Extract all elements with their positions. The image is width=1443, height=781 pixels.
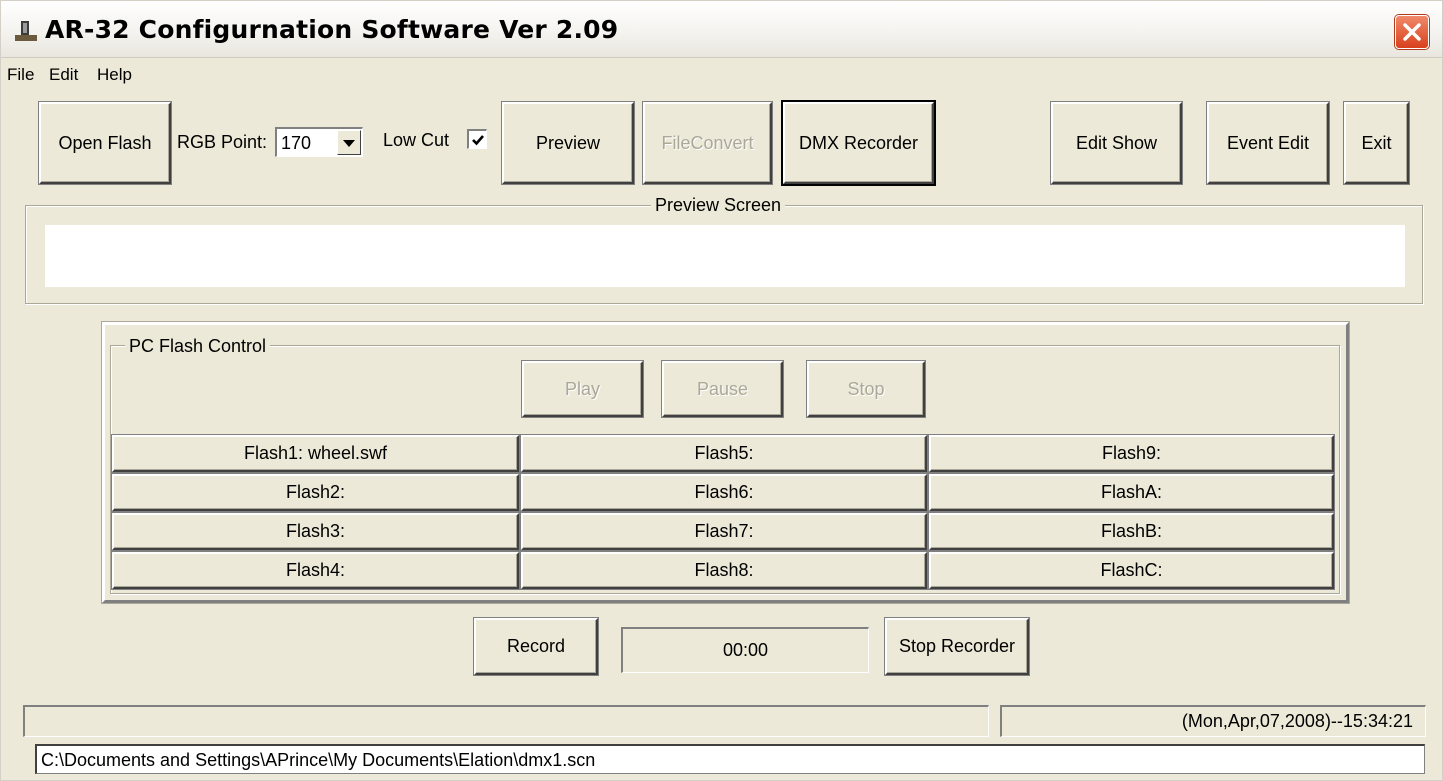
close-icon	[1403, 23, 1421, 41]
menu-bar: File Edit Help	[1, 58, 1442, 90]
stop-button[interactable]: Stop	[807, 361, 925, 417]
rgb-point-label: RGB Point:	[177, 132, 268, 152]
menu-file[interactable]: File	[7, 65, 34, 85]
preview-button[interactable]: Preview	[502, 102, 634, 184]
flash5-button[interactable]: Flash5:	[521, 435, 927, 472]
flash9-button[interactable]: Flash9:	[929, 435, 1334, 472]
pause-button[interactable]: Pause	[662, 361, 783, 417]
event-edit-button[interactable]: Event Edit	[1207, 102, 1329, 184]
flash4-button[interactable]: Flash4:	[112, 552, 519, 589]
window-title: AR-32 Configurnation Software Ver 2.09	[45, 15, 619, 44]
flash8-button[interactable]: Flash8:	[521, 552, 927, 589]
low-cut-checkbox[interactable]	[467, 129, 487, 149]
close-button[interactable]	[1395, 15, 1429, 49]
chevron-down-icon[interactable]	[337, 130, 361, 155]
dmx-recorder-button[interactable]: DMX Recorder	[783, 102, 934, 184]
flash6-button[interactable]: Flash6:	[521, 474, 927, 511]
checkmark-icon	[472, 135, 484, 146]
status-panel-left	[23, 705, 989, 737]
app-window: AR-32 Configurnation Software Ver 2.09 F…	[0, 0, 1443, 781]
menu-edit[interactable]: Edit	[49, 65, 78, 85]
rgb-point-value: 170	[281, 133, 312, 153]
record-button[interactable]: Record	[474, 618, 598, 675]
flash1-button[interactable]: Flash1: wheel.swf	[112, 435, 519, 472]
low-cut-label: Low Cut	[383, 130, 450, 150]
flasha-button[interactable]: FlashA:	[929, 474, 1334, 511]
flash3-button[interactable]: Flash3:	[112, 513, 519, 550]
flashb-button[interactable]: FlashB:	[929, 513, 1334, 550]
flash7-button[interactable]: Flash7:	[521, 513, 927, 550]
exit-button[interactable]: Exit	[1344, 102, 1409, 184]
file-path-bar: C:\Documents and Settings\APrince\My Doc…	[35, 744, 1425, 774]
preview-screen-title: Preview Screen	[651, 195, 786, 216]
edit-show-button[interactable]: Edit Show	[1051, 102, 1182, 184]
play-button[interactable]: Play	[522, 361, 643, 417]
file-path-text: C:\Documents and Settings\APrince\My Doc…	[41, 750, 596, 770]
file-convert-button[interactable]: FileConvert	[643, 102, 772, 184]
stop-recorder-button[interactable]: Stop Recorder	[885, 618, 1029, 675]
record-time-display: 00:00	[621, 627, 869, 673]
status-datetime: (Mon,Apr,07,2008)--15:34:21	[1000, 705, 1426, 737]
rgb-point-select[interactable]: 170	[275, 127, 363, 157]
open-flash-button[interactable]: Open Flash	[39, 102, 171, 184]
flash-control-title: PC Flash Control	[125, 336, 271, 357]
preview-screen-area	[45, 225, 1405, 287]
title-bar[interactable]: AR-32 Configurnation Software Ver 2.09	[1, 1, 1442, 58]
app-icon	[15, 21, 37, 41]
flash2-button[interactable]: Flash2:	[112, 474, 519, 511]
flashc-button[interactable]: FlashC:	[929, 552, 1334, 589]
menu-help[interactable]: Help	[97, 65, 132, 85]
